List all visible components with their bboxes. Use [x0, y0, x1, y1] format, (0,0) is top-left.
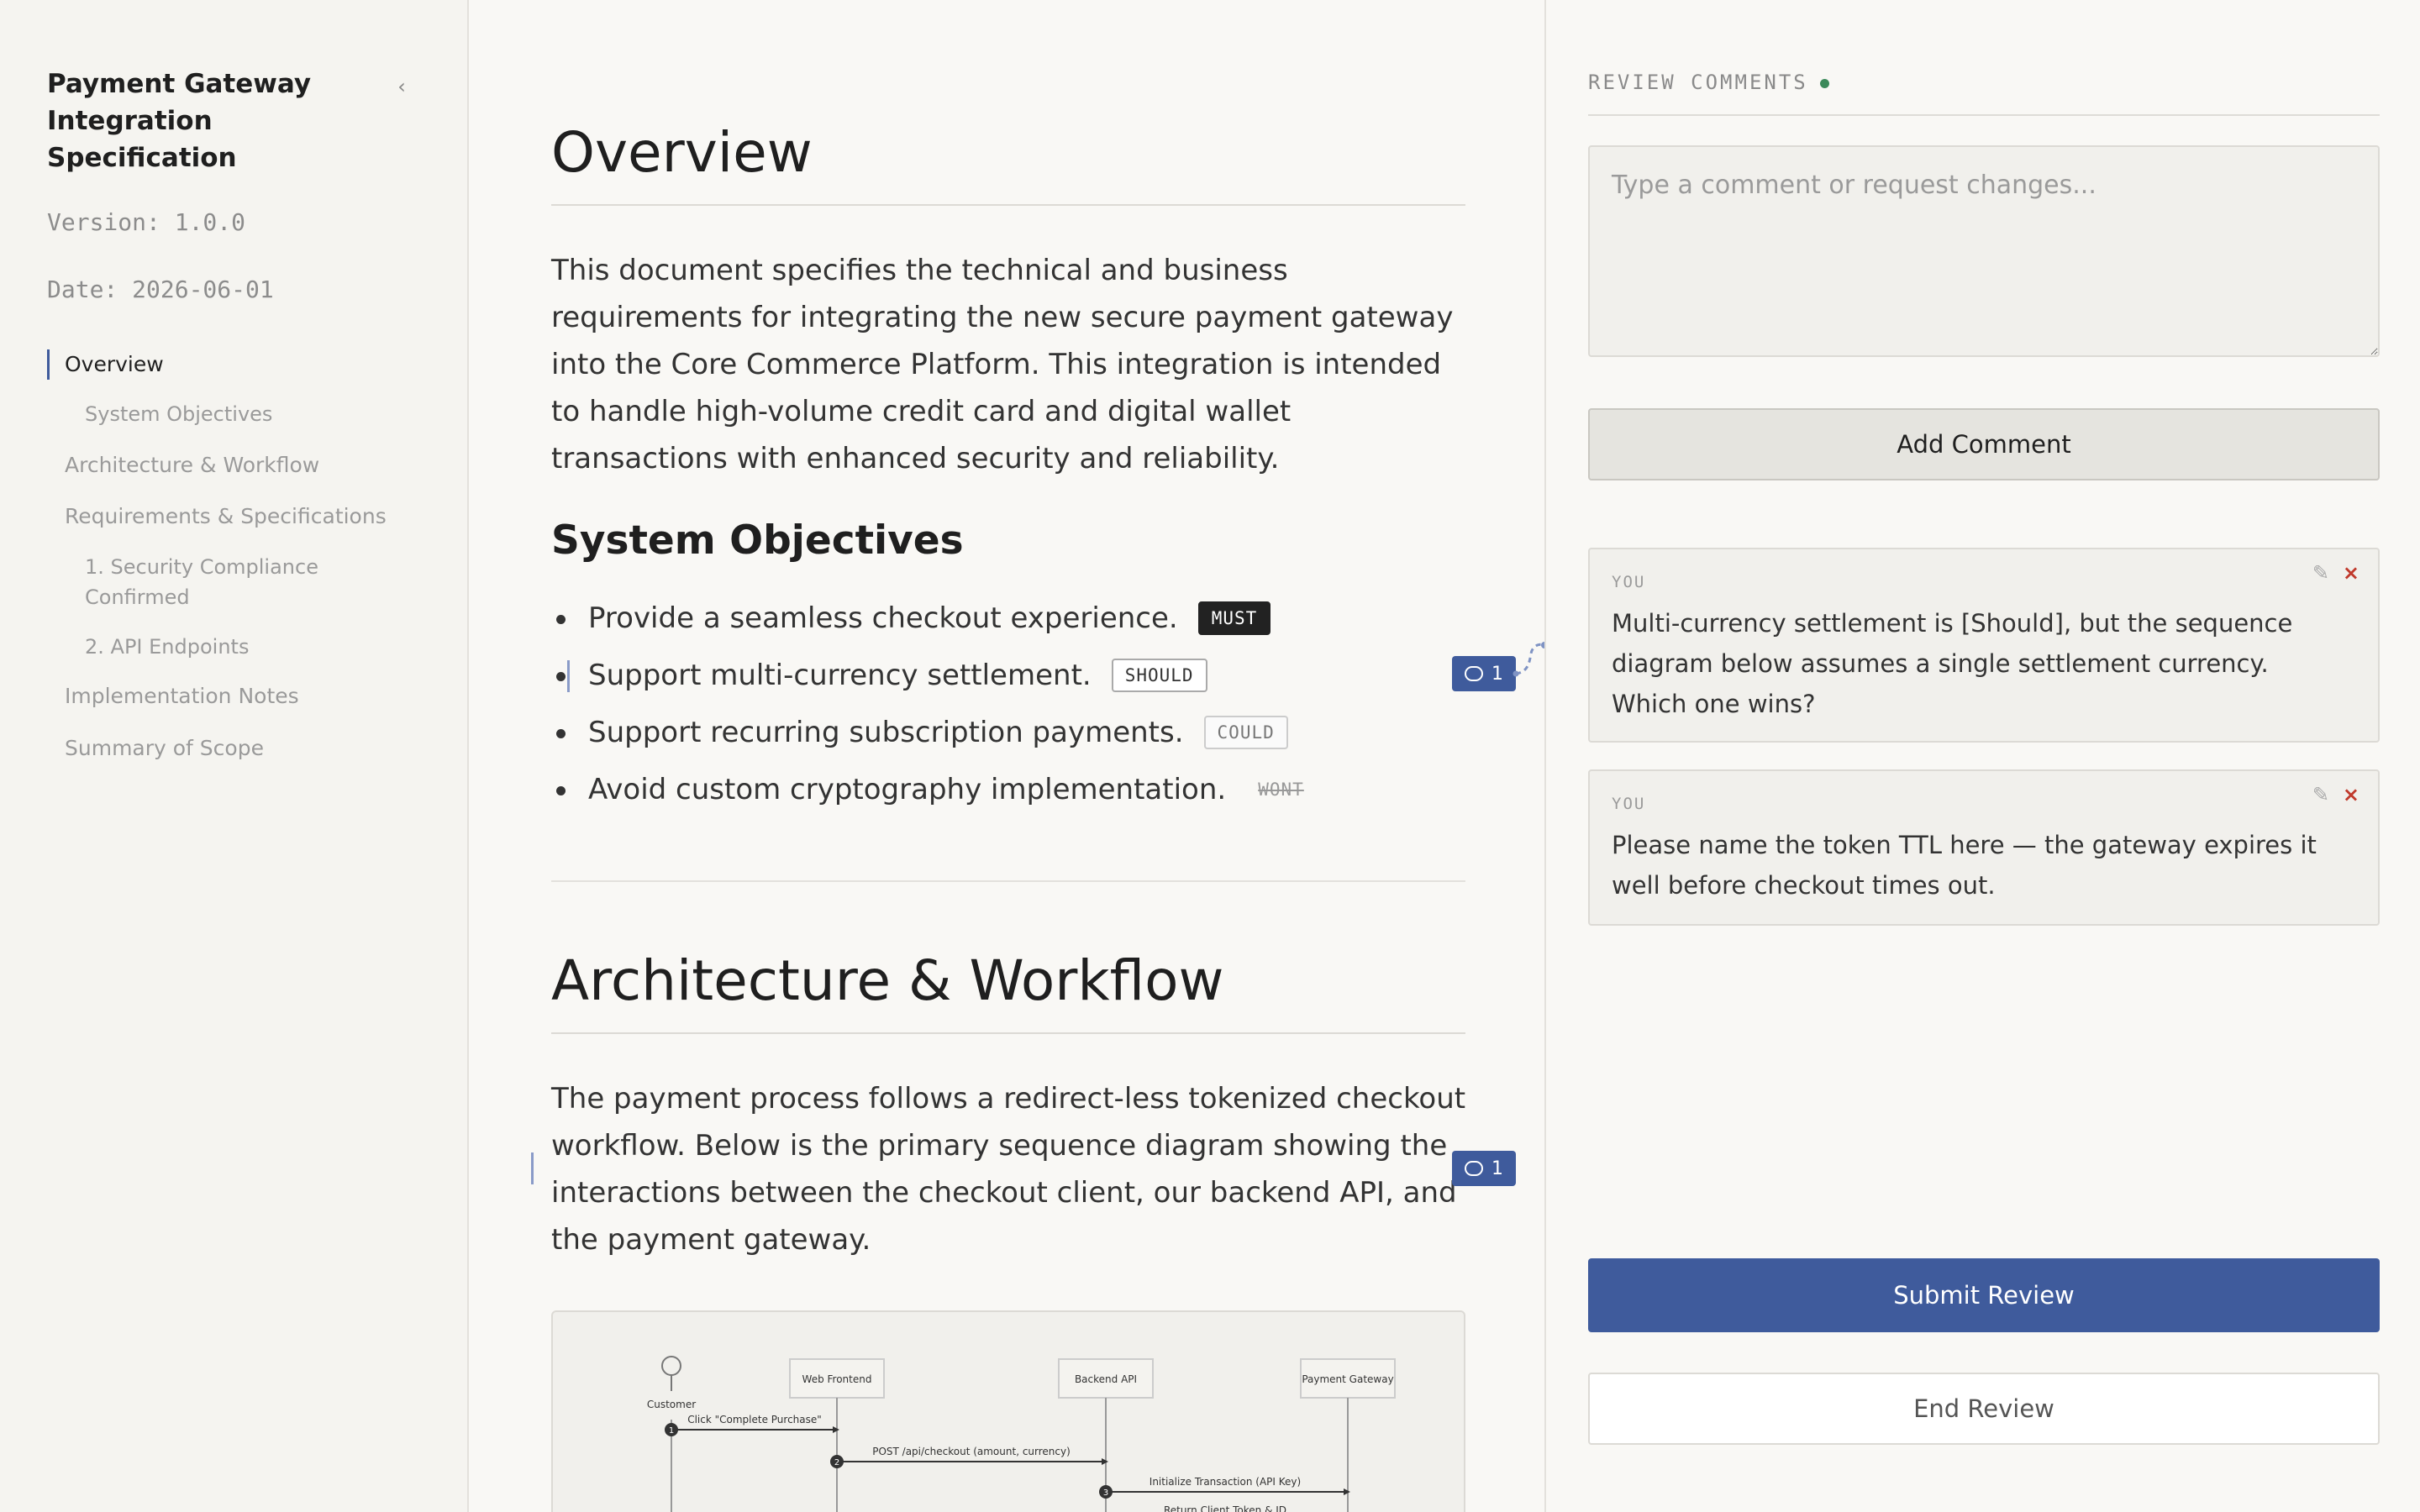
comment-badge[interactable]: 1	[1452, 1151, 1516, 1186]
actor-label: Customer	[647, 1399, 696, 1410]
panel-divider	[1588, 114, 2380, 116]
comment-bubble-icon	[1465, 666, 1483, 681]
message-label: Return Client Token & ID	[1164, 1504, 1286, 1512]
objective-text: Support recurring subscription payments.	[588, 716, 1184, 749]
heading-divider	[551, 204, 1465, 206]
toc-item-api-endpoints[interactable]: 2. API Endpoints	[47, 632, 434, 662]
toc-item-architecture[interactable]: Architecture & Workflow	[47, 450, 434, 480]
bullet-icon	[556, 786, 566, 795]
toc-item-security-compliance[interactable]: 1. Security Compliance Confirmed	[47, 552, 324, 612]
toc-item-system-objectives[interactable]: System Objectives	[47, 399, 434, 429]
actor-label: Backend API	[1075, 1373, 1137, 1385]
step-number: 1	[669, 1426, 674, 1436]
system-objectives-heading: System Objectives	[551, 517, 964, 564]
edit-icon[interactable]: ✎	[2312, 783, 2329, 806]
heading-divider	[551, 1032, 1465, 1034]
document-version: Version: 1.0.0	[47, 208, 246, 236]
overview-heading: Overview	[551, 120, 813, 185]
comment-line-marker	[531, 1152, 534, 1184]
comment-connector	[1512, 642, 1544, 677]
comment-card: YOU ✎ × Please name the token TTL here —…	[1588, 769, 2380, 926]
sidebar: Payment Gateway Integration Specificatio…	[0, 0, 469, 1512]
objective-text: Support multi-currency settlement.	[588, 659, 1092, 692]
bullet-icon	[556, 729, 566, 738]
comment-line-marker	[567, 660, 570, 692]
document-date: Date: 2026-06-01	[47, 276, 274, 303]
step-number: 3	[1103, 1488, 1108, 1498]
comment-author: YOU	[1612, 795, 1646, 813]
priority-tag-wont: WONT	[1258, 780, 1304, 800]
list-item: Provide a seamless checkout experience. …	[551, 590, 1467, 647]
bullet-icon	[556, 615, 566, 624]
document-content: Overview This document specifies the tec…	[471, 0, 1546, 1512]
bullet-icon	[556, 672, 566, 681]
section-divider	[551, 880, 1465, 882]
overview-paragraph: This document specifies the technical an…	[551, 254, 1454, 475]
delete-icon[interactable]: ×	[2343, 561, 2360, 585]
list-item: Avoid custom cryptography implementation…	[551, 761, 1467, 818]
comment-bubble-icon	[1465, 1161, 1483, 1176]
add-comment-button[interactable]: Add Comment	[1588, 408, 2380, 480]
review-comments-heading: REVIEW COMMENTS	[1588, 71, 1829, 94]
priority-tag-must: MUST	[1197, 601, 1271, 635]
actor-label: Web Frontend	[802, 1373, 872, 1385]
architecture-heading: Architecture & Workflow	[551, 948, 1224, 1013]
comment-count: 1	[1491, 1158, 1503, 1179]
comment-count: 1	[1491, 663, 1503, 685]
message-label: Click "Complete Purchase"	[687, 1414, 822, 1425]
comment-text: Please name the token TTL here — the gat…	[1612, 831, 2317, 900]
actor-label: Payment Gateway	[1302, 1373, 1393, 1385]
comment-card: YOU ✎ × Multi-currency settlement is [Sh…	[1588, 548, 2380, 743]
toc-item-implementation-notes[interactable]: Implementation Notes	[47, 681, 434, 711]
toc-item-summary-of-scope[interactable]: Summary of Scope	[47, 733, 434, 764]
document-title: Payment Gateway Integration Specificatio…	[47, 69, 312, 173]
delete-icon[interactable]: ×	[2343, 783, 2360, 806]
review-panel: REVIEW COMMENTS Add Comment YOU ✎ × Mult…	[1548, 0, 2420, 1512]
priority-tag-could: COULD	[1203, 716, 1288, 749]
message-label: Initialize Transaction (API Key)	[1150, 1476, 1301, 1488]
edit-icon[interactable]: ✎	[2312, 561, 2329, 585]
end-review-button[interactable]: End Review	[1588, 1373, 2380, 1445]
priority-tag-should: SHOULD	[1111, 659, 1207, 692]
review-comments-title: REVIEW COMMENTS	[1588, 71, 1808, 94]
message-label: POST /api/checkout (amount, currency)	[872, 1446, 1071, 1457]
sequence-diagram: 1 2 3 Customer Web Frontend Backend API …	[551, 1310, 1465, 1512]
objective-text: Avoid custom cryptography implementation…	[588, 773, 1227, 806]
list-item: Support recurring subscription payments.…	[551, 704, 1467, 761]
objective-text: Provide a seamless checkout experience.	[588, 601, 1178, 635]
comment-badge[interactable]: 1	[1452, 656, 1516, 691]
submit-review-button[interactable]: Submit Review	[1588, 1258, 2380, 1332]
actor-customer-icon	[661, 1356, 681, 1391]
comment-author: YOU	[1612, 573, 1646, 591]
objectives-list: Provide a seamless checkout experience. …	[551, 590, 1467, 818]
toc-item-requirements[interactable]: Requirements & Specifications	[47, 501, 434, 532]
toc-item-overview[interactable]: Overview	[47, 349, 434, 380]
collapse-sidebar-icon[interactable]: ‹	[392, 72, 412, 101]
architecture-paragraph: The payment process follows a redirect-l…	[551, 1082, 1466, 1257]
comment-text: Multi-currency settlement is [Should], b…	[1612, 609, 2293, 718]
sequence-diagram-canvas: 1 2 3 Customer Web Frontend Backend API …	[647, 1356, 1396, 1512]
comment-input[interactable]	[1588, 145, 2380, 357]
list-item: Support multi-currency settlement. SHOUL…	[551, 647, 1467, 704]
status-dot-icon	[1819, 78, 1829, 88]
table-of-contents: Overview System Objectives Architecture …	[47, 349, 434, 764]
step-number: 2	[834, 1458, 839, 1467]
